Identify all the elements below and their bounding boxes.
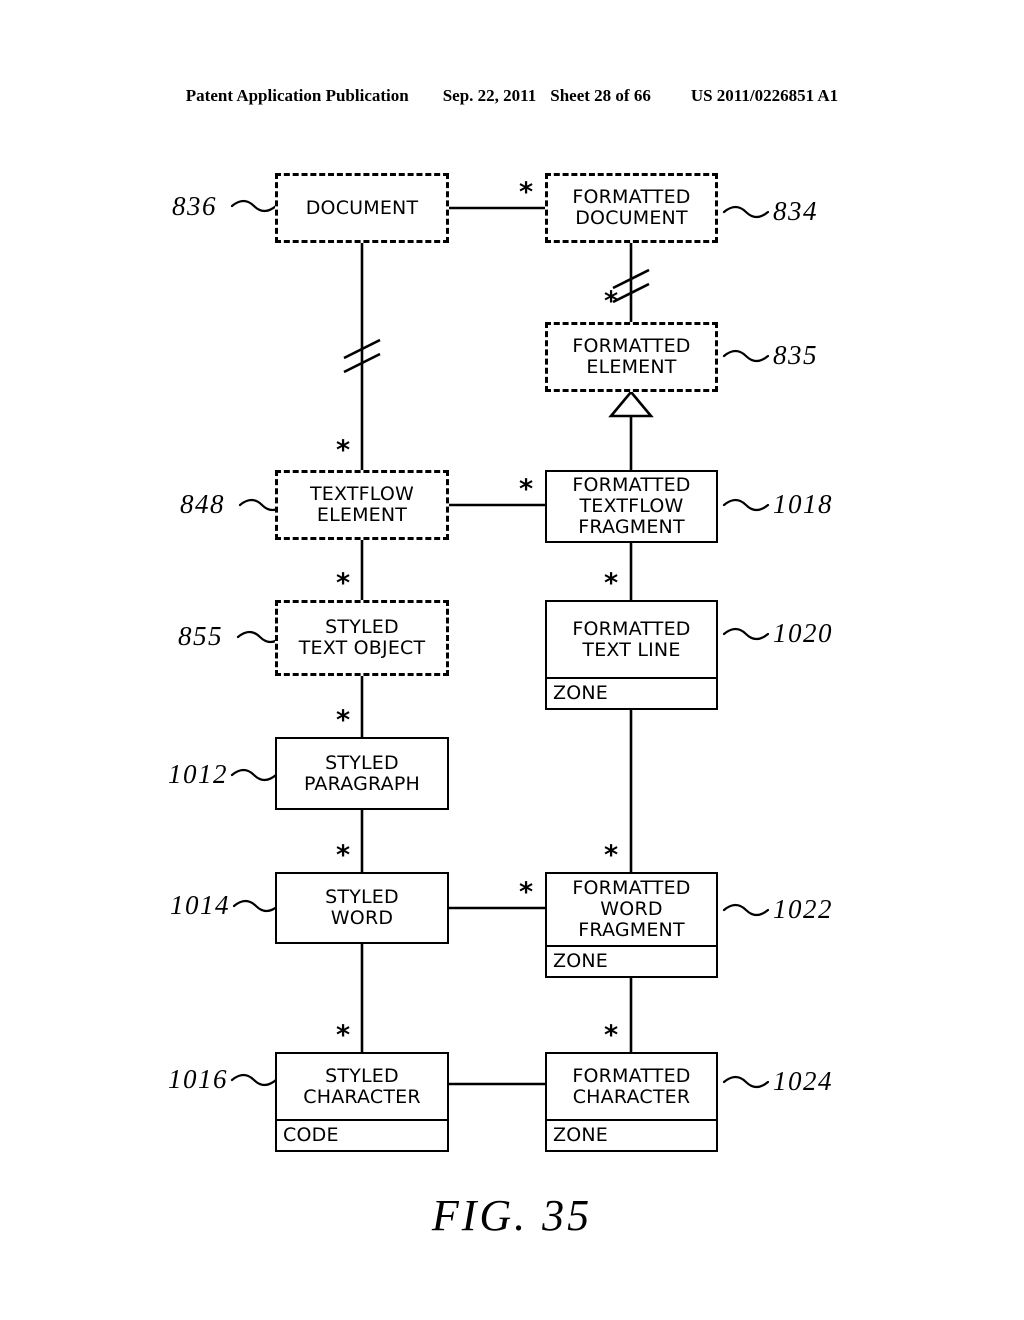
multiplicity-star-formatted-text-line: *	[604, 568, 619, 599]
figure-caption: FIG. 35	[431, 1191, 593, 1240]
node-formatted-textflow-fragment-title: FORMATTED TEXTFLOW FRAGMENT	[572, 474, 691, 538]
multiplicity-star-styled-paragraph: *	[336, 705, 351, 736]
leader-835	[722, 349, 770, 363]
refnum-1022: 1022	[773, 894, 833, 924]
node-formatted-character[interactable]: FORMATTED CHARACTER ZONE	[545, 1052, 718, 1152]
leader-1014	[232, 899, 280, 913]
refnum-1014: 1014	[170, 890, 230, 920]
refnum-835: 835	[773, 340, 818, 370]
leader-1020	[722, 627, 770, 641]
node-formatted-textflow-fragment[interactable]: FORMATTED TEXTFLOW FRAGMENT	[545, 470, 718, 543]
node-styled-character[interactable]: STYLED CHARACTER CODE	[275, 1052, 449, 1152]
leader-1024	[722, 1075, 770, 1089]
node-styled-character-code: CODE	[277, 1119, 447, 1150]
multiplicity-star-formatted-word-fragment-left: *	[519, 877, 534, 908]
node-styled-text-object[interactable]: STYLED TEXT OBJECT	[275, 600, 449, 676]
node-formatted-document-title: FORMATTED DOCUMENT	[572, 186, 691, 229]
refnum-836: 836	[172, 191, 217, 221]
node-formatted-text-line-title: FORMATTED TEXT LINE	[572, 617, 691, 661]
node-styled-paragraph-title: STYLED PARAGRAPH	[303, 751, 421, 795]
node-styled-word-title: STYLED WORD	[325, 886, 399, 929]
refnum-1016: 1016	[168, 1064, 228, 1094]
refnum-848: 848	[180, 489, 225, 519]
node-formatted-element[interactable]: FORMATTED ELEMENT	[545, 322, 718, 392]
generalization-triangle-icon	[608, 389, 654, 418]
multiplicity-star-formatted-character: *	[604, 1020, 619, 1051]
multiplicity-star-styled-text-object: *	[336, 568, 351, 599]
multiplicity-star-styled-word: *	[336, 840, 351, 871]
leader-1018	[722, 498, 770, 512]
diagram-connectors	[230, 199, 770, 1089]
multiplicity-star-formatted-word-fragment-top: *	[604, 840, 619, 871]
multiplicity-star-formatted-element: *	[604, 286, 619, 317]
refnum-855: 855	[178, 621, 223, 651]
node-formatted-character-title: FORMATTED CHARACTER	[572, 1064, 691, 1108]
node-formatted-word-fragment-zone: ZONE	[547, 945, 716, 976]
break-mark-left-upper	[343, 338, 381, 360]
leader-1012	[230, 768, 278, 782]
break-mark-right-upper	[612, 268, 650, 290]
leader-1016	[230, 1073, 278, 1087]
node-formatted-text-line[interactable]: FORMATTED TEXT LINE ZONE	[545, 600, 718, 710]
leader-1022	[722, 903, 770, 917]
multiplicity-star-textflow-element: *	[336, 435, 351, 466]
multiplicity-star-styled-character: *	[336, 1020, 351, 1051]
node-formatted-character-zone: ZONE	[547, 1119, 716, 1150]
node-textflow-element[interactable]: TEXTFLOW ELEMENT	[275, 470, 449, 540]
refnum-834: 834	[773, 196, 818, 226]
leader-836	[230, 199, 278, 213]
break-mark-right-lower	[612, 282, 650, 304]
node-formatted-text-line-zone: ZONE	[547, 677, 716, 708]
node-styled-word[interactable]: STYLED WORD	[275, 872, 449, 944]
uml-class-diagram: DOCUMENT FORMATTED DOCUMENT FORMATTED EL…	[0, 0, 1024, 1320]
refnum-1020: 1020	[773, 618, 833, 648]
break-mark-left-lower	[343, 352, 381, 374]
leader-834	[722, 205, 770, 219]
refnum-1024: 1024	[773, 1066, 833, 1096]
refnum-1012: 1012	[168, 759, 228, 789]
refnum-1018: 1018	[773, 489, 833, 519]
node-formatted-word-fragment-title: FORMATTED WORD FRAGMENT	[572, 877, 691, 941]
node-styled-paragraph[interactable]: STYLED PARAGRAPH	[275, 737, 449, 810]
node-document-title: DOCUMENT	[305, 196, 419, 219]
node-formatted-word-fragment[interactable]: FORMATTED WORD FRAGMENT ZONE	[545, 872, 718, 978]
node-formatted-element-title: FORMATTED ELEMENT	[572, 335, 691, 378]
node-formatted-document[interactable]: FORMATTED DOCUMENT	[545, 173, 718, 243]
multiplicity-star-formatted-document: *	[519, 177, 534, 208]
node-styled-text-object-title: STYLED TEXT OBJECT	[298, 616, 426, 659]
node-textflow-element-title: TEXTFLOW ELEMENT	[309, 483, 415, 526]
multiplicity-star-formatted-textflow-fragment: *	[519, 474, 534, 505]
node-styled-character-title: STYLED CHARACTER	[303, 1064, 421, 1108]
node-document[interactable]: DOCUMENT	[275, 173, 449, 243]
